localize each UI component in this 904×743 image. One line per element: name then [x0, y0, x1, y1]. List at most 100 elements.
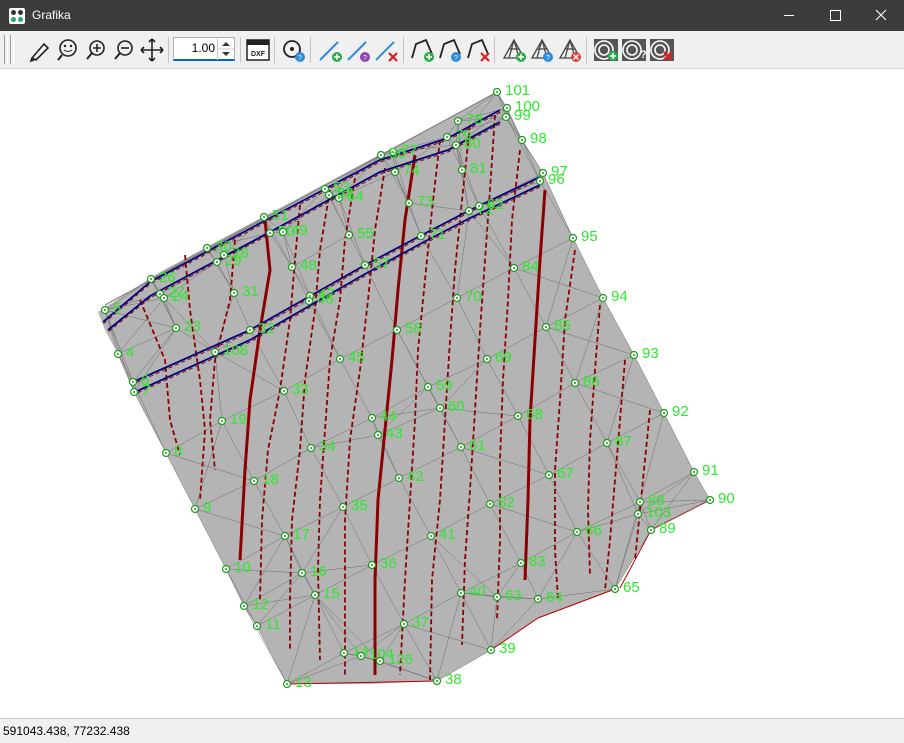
- zoom-extents-button[interactable]: [54, 36, 82, 64]
- point-label: 8: [174, 443, 182, 460]
- point-label: 41: [439, 526, 456, 543]
- point-center: [283, 390, 285, 392]
- point-label: 5: [113, 300, 121, 317]
- delete-line-button[interactable]: [372, 36, 400, 64]
- zoom-in-icon: [86, 40, 105, 60]
- delete-triangulation-button[interactable]: [556, 36, 584, 64]
- point-center: [377, 434, 379, 436]
- delete-triangulation-icon: [558, 38, 582, 62]
- point-label: 37: [412, 614, 429, 631]
- point-label: 101: [505, 82, 530, 99]
- point-info-button[interactable]: ?: [280, 36, 308, 64]
- close-button[interactable]: [858, 0, 904, 31]
- point-center: [489, 503, 491, 505]
- point-label: 57: [373, 255, 390, 272]
- point-center: [371, 417, 373, 419]
- point-center: [301, 572, 303, 574]
- export-dxf-icon: DXF: [246, 39, 270, 61]
- zoom-out-button[interactable]: [110, 36, 138, 64]
- point-label: 38: [445, 671, 462, 688]
- point-center: [505, 116, 507, 118]
- point-center: [339, 358, 341, 360]
- point-center: [548, 474, 550, 476]
- survey-point[interactable]: 90: [705, 490, 735, 507]
- point-center: [360, 655, 362, 657]
- point-label: 39: [499, 640, 516, 657]
- pan-icon: [140, 38, 164, 62]
- delete-contours-button[interactable]: [648, 36, 676, 64]
- draw-button[interactable]: [26, 36, 54, 64]
- point-center: [396, 329, 398, 331]
- polygon-info-icon: ?: [439, 38, 461, 62]
- point-center: [430, 535, 432, 537]
- toolbar-grip[interactable]: [10, 35, 14, 64]
- polygon-info-button[interactable]: ?: [436, 36, 464, 64]
- close-icon: [875, 9, 887, 21]
- point-center: [342, 506, 344, 508]
- add-contours-button[interactable]: [592, 36, 620, 64]
- point-center: [576, 531, 578, 533]
- point-center: [243, 605, 245, 607]
- point-label: 71: [429, 226, 446, 243]
- scale-spinner[interactable]: 1.00: [173, 37, 235, 61]
- add-triangulation-icon: [502, 38, 526, 62]
- zoom-out-icon: [114, 40, 133, 60]
- point-center: [602, 297, 604, 299]
- terrain-plot[interactable]: 1011009998979695949392919089881038786858…: [0, 68, 904, 718]
- point-center: [104, 309, 106, 311]
- toolbar-grip[interactable]: [4, 35, 8, 64]
- point-center: [314, 594, 316, 596]
- point-center: [150, 278, 152, 280]
- add-line-icon: [319, 41, 342, 62]
- point-label: 6: [141, 372, 149, 389]
- export-dxf-button[interactable]: DXF: [244, 36, 272, 64]
- point-label: 34: [319, 438, 336, 455]
- pan-button[interactable]: [138, 36, 166, 64]
- add-polygon-button[interactable]: [408, 36, 436, 64]
- point-label: 66: [585, 522, 602, 539]
- point-label: 11: [265, 616, 281, 633]
- zoom-extents-icon: [57, 39, 77, 61]
- point-center: [456, 297, 458, 299]
- point-center: [310, 447, 312, 449]
- point-center: [364, 264, 366, 266]
- drawing-canvas[interactable]: 101 100 99 98 97 96 95 94 93 92 91 90 89 88 103 87 86 85 8…: [0, 68, 904, 718]
- spinner-arrows[interactable]: [217, 38, 234, 60]
- triangulation-info-button[interactable]: ?: [528, 36, 556, 64]
- point-center: [606, 442, 608, 444]
- point-center: [380, 154, 382, 156]
- point-label: 63: [505, 587, 522, 604]
- point-label: 33: [292, 381, 309, 398]
- point-label: 9: [203, 499, 211, 516]
- cursor-coordinates: 591043.438, 77232.438: [3, 724, 130, 738]
- point-center: [133, 391, 135, 393]
- point-label: 12: [252, 596, 269, 613]
- svg-text:?: ?: [546, 55, 550, 62]
- contours-info-button[interactable]: ?: [620, 36, 648, 64]
- point-label: 87: [615, 433, 632, 450]
- delete-polygon-button[interactable]: [464, 36, 492, 64]
- point-center: [163, 297, 165, 299]
- point-label: 85: [554, 317, 571, 334]
- scale-value: 1.00: [191, 41, 215, 55]
- minimize-button[interactable]: [766, 0, 812, 31]
- point-center: [394, 171, 396, 173]
- add-triangulation-button[interactable]: [500, 36, 528, 64]
- point-label: 103: [646, 504, 671, 521]
- point-center: [468, 210, 470, 212]
- point-center: [486, 358, 488, 360]
- window-title: Grafika: [32, 8, 71, 22]
- point-center: [446, 136, 448, 138]
- point-label: 17: [293, 526, 310, 543]
- point-center: [286, 683, 288, 685]
- point-label: 45: [348, 349, 365, 366]
- maximize-icon: [830, 10, 841, 21]
- triangulation-info-icon: ?: [530, 38, 554, 62]
- add-line-button[interactable]: [316, 36, 344, 64]
- line-info-button[interactable]: ?: [344, 36, 372, 64]
- point-center: [309, 295, 311, 297]
- zoom-in-button[interactable]: [82, 36, 110, 64]
- point-center: [460, 592, 462, 594]
- maximize-button[interactable]: [812, 0, 858, 31]
- point-center: [223, 254, 225, 256]
